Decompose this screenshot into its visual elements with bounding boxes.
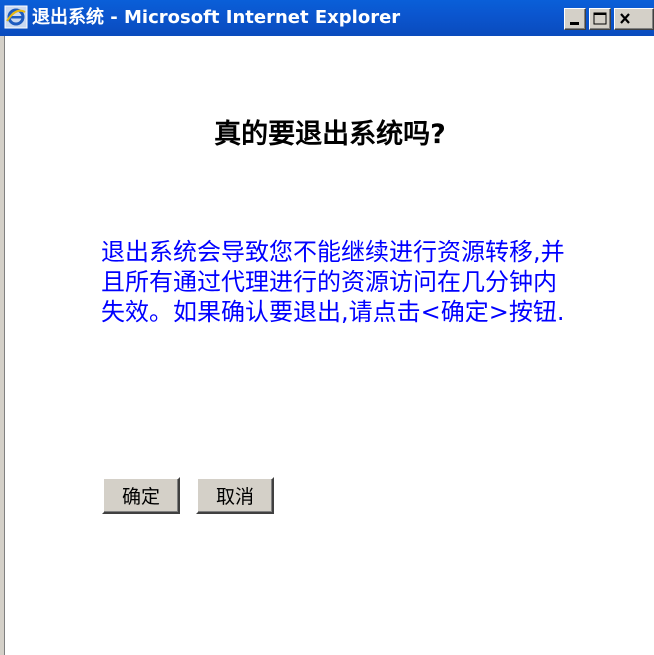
minimize-button[interactable] (564, 8, 586, 30)
close-button[interactable] (614, 8, 654, 30)
logout-warning-message: 退出系统会导致您不能继续进行资源转移,并且所有通过代理进行的资源访问在几分钟内失… (101, 238, 565, 326)
window-border (0, 36, 5, 655)
title-bar[interactable]: 退出系统 - Microsoft Internet Explorer (0, 0, 654, 36)
close-icon (620, 13, 630, 24)
page-title: 真的要退出系统吗? (214, 119, 446, 150)
internet-explorer-icon (4, 5, 28, 29)
maximize-icon (593, 12, 607, 25)
confirm-button[interactable]: 确定 (102, 477, 180, 514)
maximize-button[interactable] (589, 8, 611, 30)
window-title: 退出系统 - Microsoft Internet Explorer (32, 7, 401, 28)
minimize-icon (570, 22, 579, 25)
ie-window: 退出系统 - Microsoft Internet Explorer 真的要退出… (0, 0, 654, 655)
cancel-button[interactable]: 取消 (196, 477, 274, 514)
